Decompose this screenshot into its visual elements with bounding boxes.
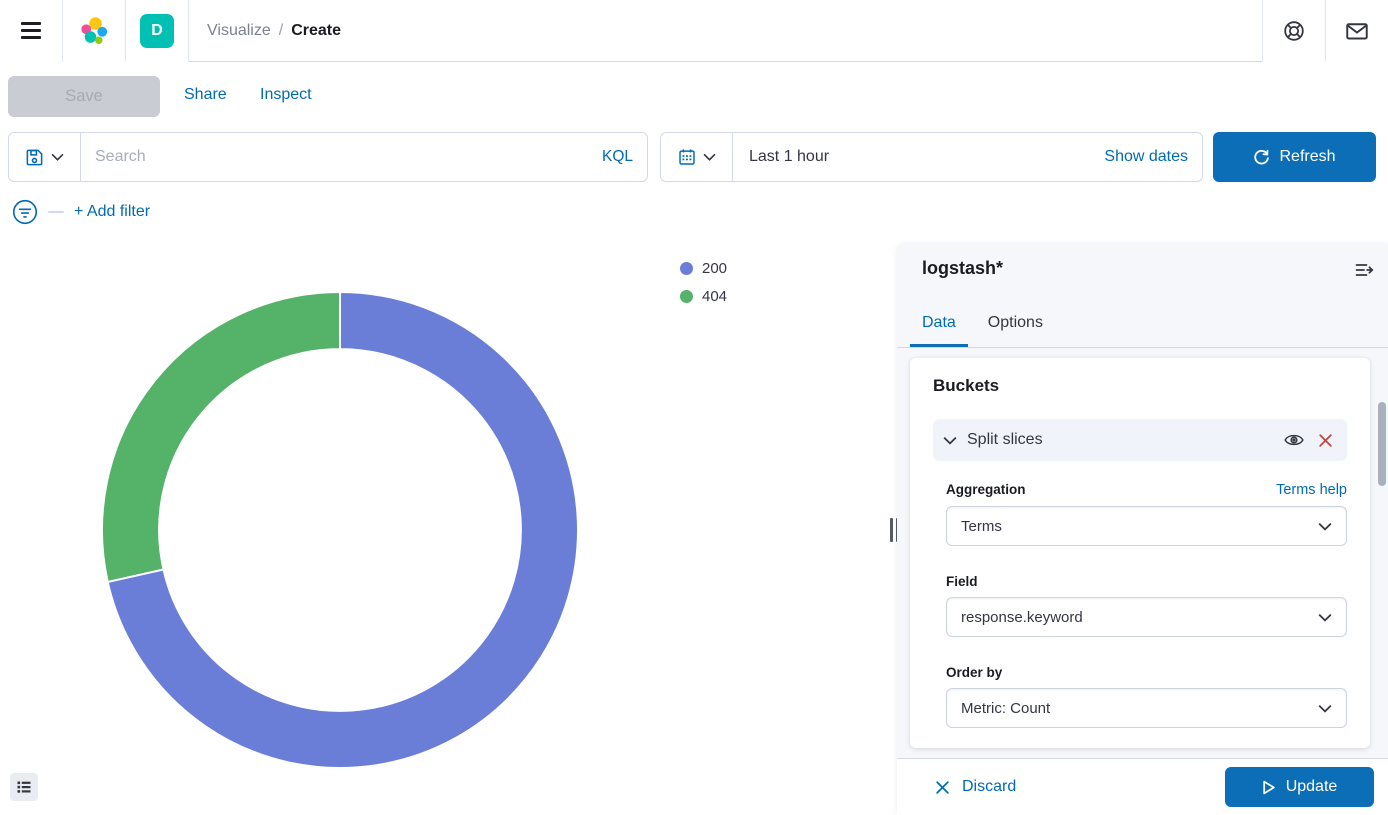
save-icon — [25, 148, 44, 167]
eye-icon — [1284, 432, 1304, 448]
buckets-card: Buckets Split slices — [910, 358, 1370, 748]
chevron-down-icon — [943, 436, 957, 445]
close-icon — [1318, 433, 1333, 448]
query-bar: KQL Last 1 hour Show dates Refresh — [0, 132, 1388, 182]
show-dates-button[interactable]: Show dates — [1104, 148, 1202, 166]
visualization-editor-panel: logstash* Data Options Buckets Split sli… — [897, 244, 1388, 815]
breadcrumb-create: Create — [291, 22, 341, 40]
discard-button[interactable]: Discard — [935, 778, 1016, 796]
legend-item-200[interactable]: 200 — [680, 260, 727, 277]
chevron-down-icon — [1318, 704, 1332, 713]
legend-dot — [680, 290, 693, 303]
help-icon — [1283, 20, 1305, 42]
tab-options[interactable]: Options — [976, 314, 1055, 347]
donut-chart — [100, 290, 580, 770]
aggregation-value: Terms — [961, 518, 1318, 535]
play-icon — [1262, 780, 1276, 795]
filter-bar: + Add filter — [0, 190, 150, 234]
inspect-button[interactable]: Inspect — [260, 86, 312, 104]
kql-language-button[interactable]: KQL — [602, 148, 647, 166]
search-input[interactable] — [81, 148, 602, 166]
toggle-visibility-button[interactable] — [1282, 430, 1306, 450]
field-select[interactable]: response.keyword — [946, 597, 1347, 637]
hamburger-icon — [21, 22, 41, 39]
main-content: 200 404 logstash* Data Options Buckets — [0, 240, 1388, 815]
chart-legend: 200 404 — [680, 260, 727, 305]
discard-label: Discard — [962, 778, 1016, 796]
legend-item-404[interactable]: 404 — [680, 288, 727, 305]
chevron-down-icon — [51, 153, 64, 161]
add-filter-button[interactable]: + Add filter — [74, 203, 150, 221]
split-slices-label: Split slices — [967, 431, 1272, 449]
tab-data[interactable]: Data — [910, 314, 968, 347]
menu-right-icon — [1354, 260, 1374, 280]
newsfeed-button[interactable] — [1326, 0, 1388, 62]
donut-slice-404[interactable] — [102, 292, 340, 582]
field-label: Field — [946, 574, 978, 589]
elastic-logo-icon — [79, 16, 109, 46]
aggregation-label: Aggregation — [946, 482, 1026, 497]
save-button[interactable]: Save — [8, 76, 160, 117]
index-pattern-title: logstash* — [922, 258, 1372, 279]
order-by-value: Metric: Count — [961, 700, 1318, 717]
space-badge: D — [140, 14, 174, 48]
filter-icon[interactable] — [12, 199, 38, 225]
breadcrumb-separator: / — [279, 22, 283, 40]
legend-label: 404 — [702, 288, 727, 305]
editor-footer: Discard Update — [897, 758, 1388, 815]
saved-query-menu-button[interactable] — [9, 133, 81, 181]
search-bar: KQL — [8, 132, 648, 182]
time-range-value[interactable]: Last 1 hour — [733, 148, 829, 166]
date-picker: Last 1 hour Show dates — [660, 132, 1203, 182]
refresh-icon — [1253, 149, 1270, 166]
remove-bucket-button[interactable] — [1316, 431, 1335, 450]
list-icon — [16, 779, 32, 795]
collapse-panel-button[interactable] — [1354, 260, 1374, 283]
refresh-button[interactable]: Refresh — [1213, 132, 1376, 182]
elastic-home-button[interactable] — [63, 0, 125, 62]
refresh-label: Refresh — [1279, 148, 1335, 166]
legend-toggle-button[interactable] — [10, 773, 38, 801]
update-button[interactable]: Update — [1225, 767, 1374, 807]
panel-scrollbar[interactable] — [1378, 402, 1386, 486]
chrome-header: D Visualize / Create — [0, 0, 1388, 62]
update-label: Update — [1286, 778, 1338, 796]
date-quick-select-button[interactable] — [661, 133, 733, 181]
share-button[interactable]: Share — [184, 86, 227, 104]
split-slices-row[interactable]: Split slices — [933, 419, 1347, 461]
legend-label: 200 — [702, 260, 727, 277]
menu-button[interactable] — [0, 0, 62, 62]
field-value: response.keyword — [961, 609, 1318, 626]
chevron-down-icon — [1318, 522, 1332, 531]
editor-tabs: Data Options — [897, 304, 1388, 348]
breadcrumb: Visualize / Create — [189, 22, 341, 40]
help-button[interactable] — [1263, 0, 1325, 62]
filter-dash — [48, 211, 64, 213]
space-selector-button[interactable]: D — [126, 0, 188, 62]
legend-dot — [680, 262, 693, 275]
buckets-title: Buckets — [933, 374, 1347, 398]
order-by-label: Order by — [946, 665, 1002, 680]
breadcrumb-visualize[interactable]: Visualize — [207, 22, 271, 40]
order-by-select[interactable]: Metric: Count — [946, 688, 1347, 728]
terms-help-link[interactable]: Terms help — [1276, 482, 1347, 498]
close-icon — [935, 780, 950, 795]
mail-icon — [1345, 19, 1369, 43]
calendar-icon — [678, 148, 696, 166]
aggregation-select[interactable]: Terms — [946, 506, 1347, 546]
chevron-down-icon — [1318, 613, 1332, 622]
chevron-down-icon — [703, 153, 716, 161]
